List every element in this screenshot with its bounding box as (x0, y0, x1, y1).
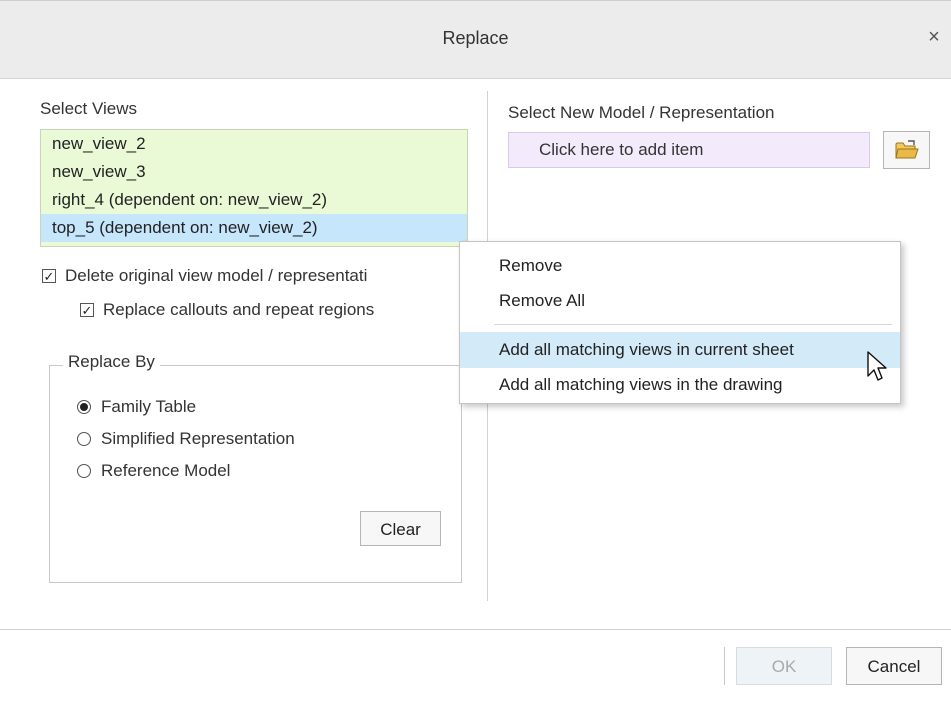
title-bar[interactable]: Replace × (0, 1, 951, 79)
dialog-title: Replace (442, 28, 509, 48)
add-item-field[interactable]: Click here to add item (508, 132, 870, 168)
radio-reference-model[interactable]: Reference Model (77, 461, 230, 481)
menu-item-add-current-sheet[interactable]: Add all matching views in current sheet (460, 332, 900, 368)
radio-label: Family Table (101, 397, 197, 416)
cancel-button[interactable]: Cancel (846, 647, 942, 685)
radio-family-table[interactable]: Family Table (77, 397, 196, 417)
views-list[interactable]: new_view_2 new_view_3 right_4 (dependent… (40, 129, 468, 247)
delete-original-option[interactable]: ✓ Delete original view model / represent… (42, 266, 367, 286)
select-model-label: Select New Model / Representation (508, 103, 775, 122)
menu-item-add-drawing[interactable]: Add all matching views in the drawing (460, 367, 900, 403)
select-views-label: Select Views (40, 99, 138, 118)
replace-callouts-checkbox[interactable]: ✓ (80, 303, 94, 317)
footer-separator (724, 647, 725, 685)
menu-separator (494, 324, 892, 325)
radio-label: Reference Model (101, 461, 231, 480)
view-list-item-selected[interactable]: top_5 (dependent on: new_view_2) (41, 214, 467, 242)
context-menu: Remove Remove All Add all matching views… (459, 241, 901, 404)
view-list-item[interactable]: new_view_2 (41, 130, 467, 158)
mouse-pointer-icon (867, 351, 887, 381)
view-list-item[interactable]: right_4 (dependent on: new_view_2) (41, 186, 467, 214)
replace-callouts-option[interactable]: ✓ Replace callouts and repeat regions (80, 300, 374, 320)
replace-dialog: Replace × Select Views new_view_2 new_vi… (0, 0, 951, 701)
radio-button[interactable] (77, 464, 91, 478)
footer-divider (0, 629, 951, 630)
replace-callouts-label: Replace callouts and repeat regions (103, 300, 375, 319)
delete-original-label: Delete original view model / representat… (65, 266, 368, 285)
view-list-item[interactable]: new_view_3 (41, 158, 467, 186)
open-file-button[interactable] (883, 131, 930, 169)
radio-simplified-representation[interactable]: Simplified Representation (77, 429, 295, 449)
replace-by-title: Replace By (63, 352, 160, 372)
radio-button[interactable] (77, 432, 91, 446)
open-folder-icon (894, 140, 919, 159)
close-button[interactable]: × (923, 25, 945, 49)
menu-item-remove-all[interactable]: Remove All (460, 283, 900, 319)
delete-original-checkbox[interactable]: ✓ (42, 269, 56, 283)
radio-button[interactable] (77, 400, 91, 414)
menu-item-remove[interactable]: Remove (460, 248, 900, 284)
radio-label: Simplified Representation (101, 429, 295, 448)
close-icon: × (928, 26, 940, 48)
clear-button[interactable]: Clear (360, 511, 441, 546)
ok-button[interactable]: OK (736, 647, 832, 685)
